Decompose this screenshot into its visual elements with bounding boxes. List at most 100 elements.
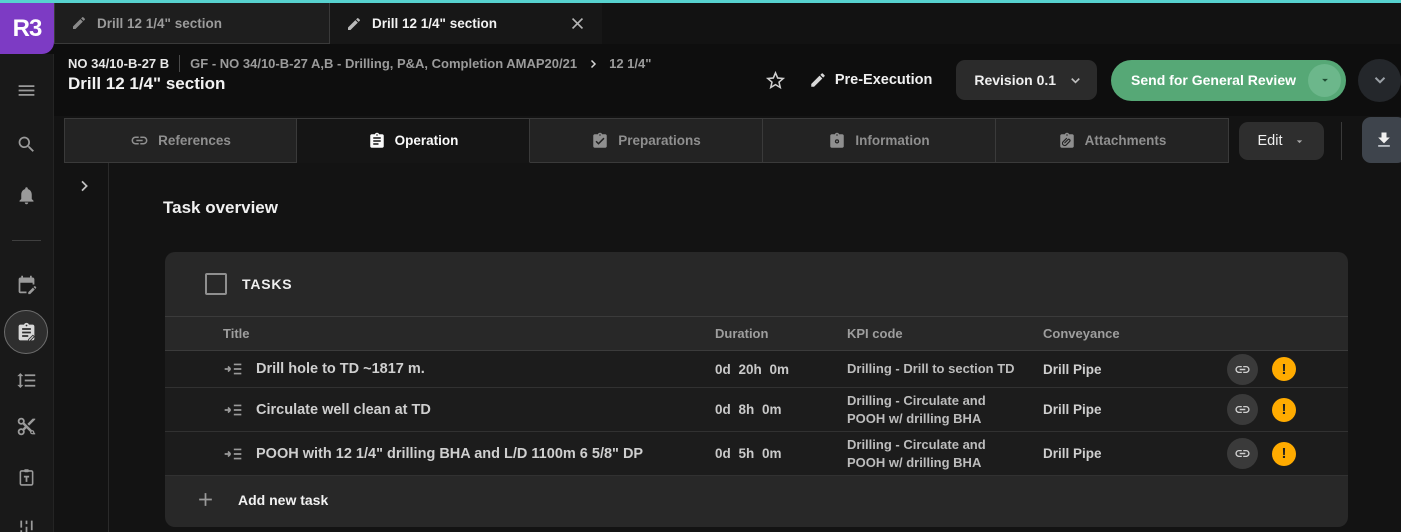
notifications-bell-icon [19,187,34,205]
document-tab-1[interactable]: Drill 12 1/4" section [54,3,330,44]
download-button[interactable] [1362,117,1401,163]
search-button[interactable] [0,134,53,155]
breadcrumb-document[interactable]: GF - NO 34/10-B-27 A,B - Drilling, P&A, … [190,56,577,71]
task-duration: 0d 8h 0m [715,402,782,417]
collapse-header-button[interactable] [1358,58,1401,102]
document-tab-label: Drill 12 1/4" section [372,16,497,31]
open-task-icon[interactable] [223,359,256,379]
edit-label: Edit [1257,133,1283,149]
pencil-icon [348,17,361,30]
select-all-checkbox[interactable] [205,273,227,295]
task-kpi-code: Drilling - Circulate and POOH w/ drillin… [847,392,986,426]
tab-label: References [158,133,231,148]
row-actions: ! [1227,394,1348,425]
task-title[interactable]: Drill hole to TD ~1817 m. [256,361,715,377]
pencil-icon [811,73,825,87]
task-duration: 0d 5h 0m [715,446,782,461]
document-tab-2-active[interactable]: Drill 12 1/4" section [330,3,602,44]
link-icon [131,136,148,145]
clipboard-paperclip-icon [1059,132,1074,148]
app-logo[interactable]: R3 [0,3,54,54]
tab-references[interactable]: References [64,118,297,163]
row-actions: ! [1227,353,1348,385]
planner-button[interactable] [0,274,53,295]
table-row[interactable]: POOH with 12 1/4" drilling BHA and L/D 1… [165,432,1348,476]
link-reference-button[interactable] [1227,353,1258,385]
left-sidebar [0,54,54,532]
text-template-button[interactable] [0,467,53,488]
task-title[interactable]: POOH with 12 1/4" drilling BHA and L/D 1… [256,446,715,462]
dropdown-arrow-icon [1296,139,1302,143]
chevron-right-icon [591,59,597,68]
phase-status: Pre-Execution [809,71,933,89]
chevron-down-icon [1374,77,1385,84]
task-conveyance: Drill Pipe [1043,402,1102,417]
section-heading: Task overview [163,198,278,217]
tune-icon [20,520,33,532]
panel-divider [108,163,109,532]
page-header: NO 34/10-B-27 B GF - NO 34/10-B-27 A,B -… [0,44,1401,116]
page-title: Drill 12 1/4" section [68,74,226,93]
operations-button-active[interactable] [4,310,48,354]
warning-icon[interactable]: ! [1272,357,1296,381]
task-kpi-code: Drilling - Circulate and POOH w/ drillin… [847,436,986,470]
task-title[interactable]: Circulate well clean at TD [256,402,715,418]
link-reference-button[interactable] [1227,438,1258,469]
expand-panel-button[interactable] [72,174,96,198]
search-icon [18,136,34,152]
task-duration: 0d 20h 0m [715,361,790,377]
open-task-icon[interactable] [223,400,256,420]
accent-top-bar [0,0,1401,3]
breadcrumb-section[interactable]: 12 1/4" [609,56,651,71]
add-new-task-button[interactable]: Add new task [165,476,1348,523]
download-icon [1378,132,1390,147]
column-kpi: KPI code [847,326,903,341]
notifications-button[interactable] [0,185,53,206]
menu-button[interactable] [0,80,53,101]
divider [1341,122,1342,160]
send-for-review-button[interactable]: Send for General Review [1111,59,1346,101]
well-name: NO 34/10-B-27 B [68,56,170,71]
tab-information[interactable]: Information [763,118,996,163]
section-tab-bar: References Operation Preparations Inform… [64,118,1229,163]
table-header-row: Title Duration KPI code Conveyance [165,316,1348,351]
link-reference-button[interactable] [1227,394,1258,425]
table-row[interactable]: Circulate well clean at TD 0d 8h 0m Dril… [165,388,1348,432]
send-options-caret[interactable] [1308,63,1341,97]
tab-operation[interactable]: Operation [297,118,530,163]
link-icon [1235,449,1250,458]
tab-label: Attachments [1084,133,1167,148]
sequence-button[interactable] [0,370,53,391]
divider [179,55,181,72]
link-icon [1235,365,1250,373]
warning-icon[interactable]: ! [1272,397,1296,422]
chevron-right-icon [81,180,88,192]
star-favorite-icon[interactable] [764,69,787,92]
task-conveyance: Drill Pipe [1043,446,1102,461]
link-icon [1235,405,1250,414]
operation-clipboard-edit-icon [18,322,35,342]
tasks-card: TASKS Title Duration KPI code Conveyance… [165,252,1348,527]
close-icon[interactable] [569,15,586,32]
pencil-icon [73,16,86,29]
line-spacing-icon [17,373,36,388]
edit-mode-dropdown[interactable]: Edit [1239,122,1324,160]
revision-label: Revision 0.1 [974,72,1057,88]
tune-button[interactable] [0,518,53,532]
phase-label: Pre-Execution [834,72,933,88]
warning-icon[interactable]: ! [1272,441,1296,466]
table-row[interactable]: Drill hole to TD ~1817 m. 0d 20h 0m Dril… [165,351,1348,388]
open-task-icon[interactable] [223,444,256,464]
edit-calendar-icon [18,275,37,295]
revision-dropdown[interactable]: Revision 0.1 [956,60,1098,100]
cut-settings-icon [17,417,36,436]
breadcrumb: NO 34/10-B-27 B GF - NO 34/10-B-27 A,B -… [68,55,651,72]
tab-label: Operation [394,133,459,148]
tab-attachments[interactable]: Attachments [996,118,1229,163]
clipboard-check-icon [593,132,607,148]
plus-icon [199,493,212,506]
tab-preparations[interactable]: Preparations [530,118,763,163]
send-button-label: Send for General Review [1131,72,1296,88]
cut-settings-button[interactable] [0,416,53,437]
task-conveyance: Drill Pipe [1043,361,1102,377]
